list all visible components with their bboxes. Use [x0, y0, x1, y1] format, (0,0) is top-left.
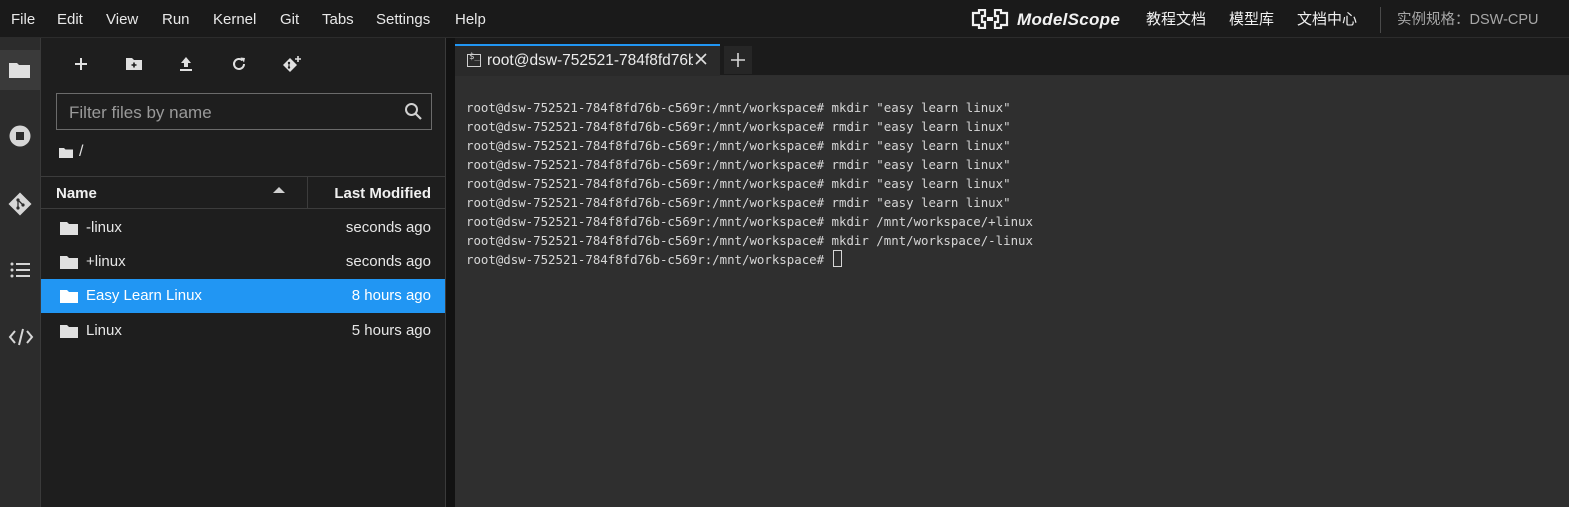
table-of-contents-tab[interactable] [0, 249, 40, 289]
file-browser-panel: / Name Last Modified -linux seconds ago … [41, 38, 446, 507]
folder-icon [59, 148, 73, 158]
upload-icon [180, 57, 192, 71]
menu-edit[interactable]: Edit [57, 0, 83, 38]
menu-kernel[interactable]: Kernel [213, 0, 256, 38]
terminal-line: root@dsw-752521-784f8fd76b-c569r:/mnt/wo… [466, 214, 1033, 229]
column-divider[interactable] [307, 177, 308, 208]
file-browser-tab[interactable] [0, 50, 40, 90]
terminal-line: root@dsw-752521-784f8fd76b-c569r:/mnt/wo… [466, 157, 1011, 172]
terminal-line: root@dsw-752521-784f8fd76b-c569r:/mnt/wo… [466, 138, 1011, 153]
folder-icon [60, 222, 78, 235]
menu-git[interactable]: Git [280, 0, 299, 38]
terminal-output[interactable]: root@dsw-752521-784f8fd76b-c569r:/mnt/wo… [455, 76, 1569, 507]
folder-icon [60, 290, 78, 303]
file-modified: 5 hours ago [351, 322, 431, 339]
terminal-tab[interactable]: $_ root@dsw-752521-784f8fd76b-c569r [455, 44, 720, 76]
terminal-icon: $_ [467, 52, 481, 67]
tutorial-docs-link[interactable]: 教程文档 [1146, 0, 1206, 38]
menu-file[interactable]: File [11, 0, 35, 38]
file-list-header: Name Last Modified [41, 176, 445, 209]
menu-separator [1380, 7, 1381, 33]
file-modified: seconds ago [345, 253, 431, 270]
folder-icon [60, 325, 78, 338]
upload-button[interactable] [173, 51, 199, 77]
sort-ascending-icon [273, 187, 285, 193]
refresh-button[interactable] [226, 51, 252, 77]
breadcrumb-root[interactable]: / [79, 143, 83, 161]
terminal-line: root@dsw-752521-784f8fd76b-c569r:/mnt/wo… [466, 233, 1033, 248]
file-name: -linux [86, 219, 122, 236]
new-folder-icon [126, 58, 142, 70]
filter-files-input[interactable] [57, 94, 401, 131]
running-sessions-tab[interactable] [0, 115, 40, 155]
refresh-icon [233, 57, 245, 70]
search-icon [405, 103, 422, 120]
name-column-header[interactable]: Name [56, 177, 97, 208]
running-stop-icon [9, 125, 31, 147]
terminal-cursor [832, 250, 842, 267]
menu-tabs[interactable]: Tabs [322, 0, 354, 38]
file-modified: 8 hours ago [351, 287, 431, 304]
file-row[interactable]: Linux 5 hours ago [41, 314, 445, 348]
menu-help[interactable]: Help [455, 0, 486, 38]
terminal-line: root@dsw-752521-784f8fd76b-c569r:/mnt/wo… [466, 195, 1011, 210]
folder-icon [9, 63, 30, 78]
activity-bar [0, 38, 41, 507]
terminal-prompt: root@dsw-752521-784f8fd76b-c569r:/mnt/wo… [466, 252, 825, 267]
file-name: Easy Learn Linux [86, 287, 202, 304]
modelscope-logo-icon [971, 9, 1009, 29]
terminal-line: root@dsw-752521-784f8fd76b-c569r:/mnt/wo… [466, 119, 1011, 134]
file-row[interactable]: -linux seconds ago [41, 211, 445, 245]
git-clone-button[interactable] [278, 51, 304, 77]
git-tab[interactable] [0, 182, 40, 222]
plus-icon [75, 58, 87, 70]
menu-settings[interactable]: Settings [376, 0, 430, 38]
menu-bar: File Edit View Run Kernel Git Tabs Setti… [0, 0, 1569, 38]
terminal-prompt-line[interactable]: root@dsw-752521-784f8fd76b-c569r:/mnt/wo… [466, 250, 1569, 269]
menu-view[interactable]: View [106, 0, 138, 38]
terminal-line: root@dsw-752521-784f8fd76b-c569r:/mnt/wo… [466, 100, 1011, 115]
file-name: +linux [86, 253, 126, 270]
file-row-selected[interactable]: Easy Learn Linux 8 hours ago [41, 279, 445, 313]
table-of-contents-icon [10, 262, 30, 278]
tab-label: root@dsw-752521-784f8fd76b-c569r [487, 52, 693, 69]
new-folder-button[interactable] [121, 51, 147, 77]
modelscope-brand[interactable]: ModelScope [1017, 0, 1120, 38]
file-modified: seconds ago [345, 219, 431, 236]
new-tab-button[interactable] [724, 46, 752, 74]
instance-spec: 实例规格：DSW-CPU [1397, 12, 1539, 28]
model-library-link[interactable]: 模型库 [1229, 0, 1274, 38]
terminal-line: root@dsw-752521-784f8fd76b-c569r:/mnt/wo… [466, 176, 1011, 191]
docs-center-link[interactable]: 文档中心 [1297, 0, 1357, 38]
plus-icon [731, 53, 745, 67]
filter-box [56, 93, 432, 131]
menu-run[interactable]: Run [162, 0, 190, 38]
panel-resize-handle[interactable] [446, 38, 455, 507]
git-icon [8, 192, 32, 216]
last-modified-column-header[interactable]: Last Modified [334, 177, 431, 208]
tab-bar: $_ root@dsw-752521-784f8fd76b-c569r [455, 38, 1569, 76]
new-launcher-button[interactable] [68, 51, 94, 77]
file-name: Linux [86, 322, 122, 339]
git-clone-icon [283, 56, 301, 72]
code-snippets-tab[interactable] [0, 316, 40, 356]
folder-icon [60, 256, 78, 269]
close-icon[interactable] [694, 52, 708, 66]
file-row[interactable]: +linux seconds ago [41, 245, 445, 279]
code-snippet-icon [8, 328, 34, 346]
